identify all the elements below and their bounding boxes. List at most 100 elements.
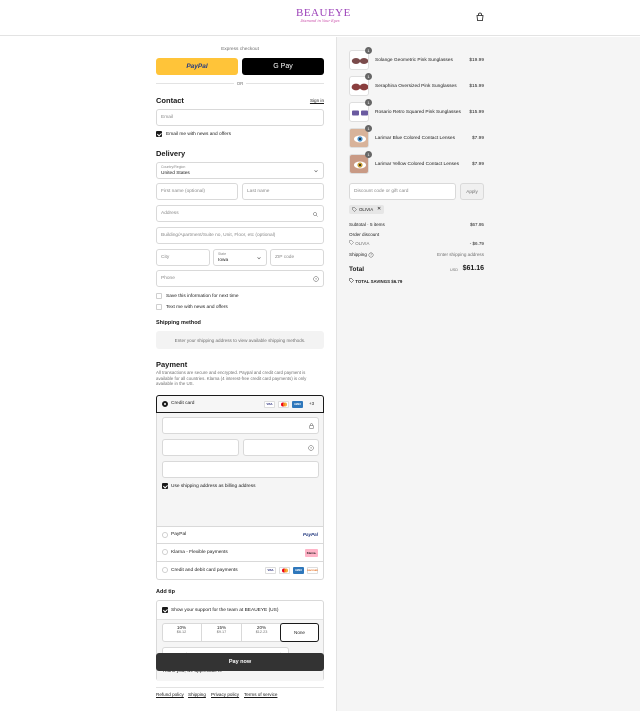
zip-placeholder: ZIP code <box>275 255 295 260</box>
paypal-label: PayPal <box>171 532 187 537</box>
apartment-field[interactable]: Building/Apartment/Suite no, Unit, Floor… <box>156 227 324 244</box>
first-name-field[interactable]: First name (optional) <box>156 183 238 200</box>
discount-code: OLIVIA <box>355 241 370 246</box>
discount-placeholder: Discount code or gift card <box>354 189 409 194</box>
quantity-badge: 1 <box>365 99 372 106</box>
help-icon[interactable]: ? <box>313 276 319 284</box>
mastercard-icon <box>279 567 290 574</box>
phone-field[interactable]: Phone ? <box>156 270 324 287</box>
payment-title: Payment <box>156 360 188 369</box>
subtotal-label: Subtotal · 5 items <box>349 222 385 227</box>
terms-of-service-link[interactable]: Terms of service <box>244 692 277 697</box>
tip-option-20[interactable]: 20% $12.23 <box>242 625 281 644</box>
credit-card-radio[interactable] <box>162 401 168 407</box>
svg-text:?: ? <box>370 253 372 257</box>
name-on-card-field[interactable] <box>162 461 319 478</box>
country-label: Country/Region <box>161 165 186 169</box>
klarna-logo: Klarna. <box>305 549 318 557</box>
sign-in-link[interactable]: Sign in <box>310 98 324 103</box>
gpay-logo: G Pay <box>273 63 293 70</box>
product-price: $15.99 <box>469 84 484 89</box>
debit-card-label: Credit and debit card payments <box>171 568 238 573</box>
klarna-option[interactable]: Klarna - Flexible payments Klarna. <box>156 544 324 562</box>
total-savings-label: TOTAL SAVINGS <box>355 279 391 284</box>
tip-option-15[interactable]: 15% $9.17 <box>202 625 241 644</box>
last-name-field[interactable]: Last name <box>242 183 324 200</box>
tag-icon <box>349 240 354 246</box>
klarna-label: Klarna - Flexible payments <box>171 550 228 555</box>
chevron-down-icon <box>314 169 318 175</box>
brand-logo[interactable]: BEAUEYE Diamond in Your Eyes <box>296 7 351 28</box>
paypal-radio[interactable] <box>162 532 168 538</box>
product-price: $7.99 <box>471 136 484 141</box>
product-price: $19.99 <box>469 58 484 63</box>
show-support-label: Show your support for the team at BEAUEY… <box>171 608 279 613</box>
visa-icon: VISA <box>264 400 275 408</box>
city-field[interactable]: City <box>156 249 210 266</box>
tag-icon <box>352 207 357 214</box>
save-info-label: Save this information for next time <box>166 294 239 299</box>
debit-card-radio[interactable] <box>162 567 168 573</box>
credit-card-option[interactable]: Credit card VISA AMEX +3 <box>156 395 324 413</box>
applied-discount-tag: OLIVIA ✕ <box>349 205 384 214</box>
expiry-field[interactable] <box>162 439 239 456</box>
tip-amount: $6.12 <box>176 630 187 634</box>
help-icon[interactable]: ? <box>368 252 374 260</box>
tag-icon <box>349 278 354 284</box>
product-name: Larimar Blue Colored Contact Lenses <box>375 136 455 141</box>
quantity-badge: 1 <box>365 125 372 132</box>
privacy-policy-link[interactable]: Privacy policy <box>211 692 239 697</box>
email-news-checkbox[interactable] <box>156 131 162 137</box>
help-icon[interactable]: ? <box>308 445 314 453</box>
quantity-badge: 1 <box>365 47 372 54</box>
first-name-placeholder: First name (optional) <box>161 189 205 194</box>
gpay-express-button[interactable]: G Pay <box>242 58 324 75</box>
text-me-checkbox[interactable] <box>156 304 162 310</box>
tip-option-none[interactable]: None <box>280 623 319 642</box>
shipping-label: Shipping <box>349 252 367 257</box>
email-field[interactable]: Email <box>156 109 324 126</box>
shipping-method-placeholder: Enter your shipping address to view avai… <box>156 331 324 349</box>
zip-field[interactable]: ZIP code <box>270 249 324 266</box>
search-icon <box>313 212 318 219</box>
refund-policy-link[interactable]: Refund policy <box>156 692 184 697</box>
discount-code-field[interactable]: Discount code or gift card <box>349 183 456 200</box>
card-number-field[interactable] <box>162 417 319 434</box>
paypal-option[interactable]: PayPal PayPal <box>156 527 324 544</box>
state-label: State <box>218 252 227 256</box>
total-savings-value: $6.79 <box>391 279 403 284</box>
save-info-checkbox[interactable] <box>156 293 162 299</box>
country-select[interactable]: Country/Region United States <box>156 162 324 179</box>
payment-description: All transactions are secure and encrypte… <box>156 370 307 387</box>
credit-card-label: Credit card <box>171 401 195 406</box>
tip-option-10[interactable]: 10% $6.12 <box>162 625 201 644</box>
brand-name: BEAUEYE <box>296 7 351 19</box>
use-shipping-address-checkbox[interactable] <box>162 483 168 489</box>
mastercard-icon <box>278 400 289 408</box>
product-name: Solange Geometric Pink Sunglasses <box>375 58 453 63</box>
apply-button[interactable]: Apply <box>460 183 484 200</box>
order-discount-label: Order discount <box>349 232 380 237</box>
close-icon[interactable]: ✕ <box>377 206 381 212</box>
address-field[interactable]: Address <box>156 205 324 222</box>
text-me-label: Text me with news and offers <box>166 305 228 310</box>
shopping-bag-icon[interactable] <box>474 11 486 23</box>
show-support-checkbox[interactable] <box>162 607 168 613</box>
klarna-radio[interactable] <box>162 549 168 555</box>
lock-icon <box>309 423 314 431</box>
security-code-field[interactable]: ? <box>243 439 319 456</box>
use-shipping-address-label: Use shipping address as billing address <box>171 484 256 489</box>
pay-now-button[interactable]: Pay now <box>156 653 324 671</box>
debit-card-option[interactable]: Credit and debit card payments VISA AMEX… <box>156 562 324 580</box>
city-placeholder: City <box>161 255 170 260</box>
quantity-badge: 1 <box>365 73 372 80</box>
paypal-express-button[interactable]: PayPal <box>156 58 238 75</box>
applied-code: OLIVIA <box>359 207 374 212</box>
state-select[interactable]: State Iowa <box>213 249 267 266</box>
chevron-down-icon <box>257 256 261 262</box>
contact-title: Contact <box>156 96 184 105</box>
address-placeholder: Address <box>161 211 179 216</box>
or-label: OR <box>236 81 244 86</box>
shipping-policy-link[interactable]: Shipping <box>188 692 206 697</box>
total-savings-row: TOTAL SAVINGS $6.79 <box>349 278 402 284</box>
